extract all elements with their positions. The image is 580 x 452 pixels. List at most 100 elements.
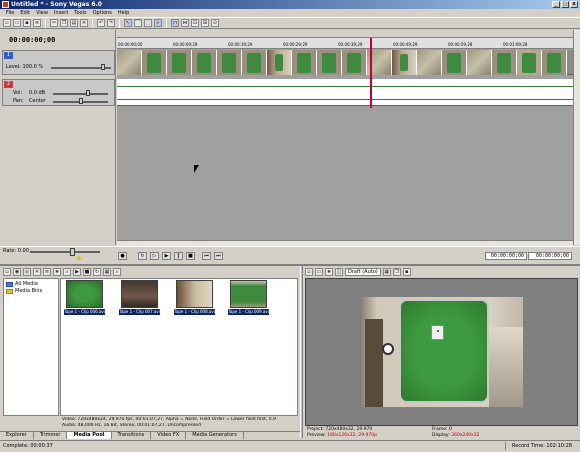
media-folder-icon [6, 281, 13, 287]
maximize-button[interactable]: □ [561, 1, 569, 8]
play-from-start-button[interactable]: ▷ [150, 252, 159, 260]
auto-preview-icon[interactable]: ↻ [93, 268, 101, 276]
media-thumbnail [176, 280, 213, 308]
undo-icon[interactable]: ↶ [97, 19, 105, 27]
media-file[interactable]: Tape 1 - Clip 009.avi [228, 280, 269, 317]
pause-button[interactable]: ‖ [174, 252, 183, 260]
record-button[interactable]: ● [118, 252, 127, 260]
volume-slider-knob[interactable] [86, 90, 90, 96]
preview-toolbar: ▫ ▭ ★ ◫ Draft (Auto) ▦ ❐ ▪ [305, 267, 578, 277]
tab-media-generators[interactable]: Media Generators [186, 432, 244, 439]
rate-slider[interactable] [30, 251, 100, 253]
menu-options[interactable]: Options [90, 9, 115, 17]
tab-video-fx[interactable]: Video FX [151, 432, 187, 439]
snapping-icon[interactable]: ⊓ [171, 19, 179, 27]
video-track-lane[interactable] [117, 50, 573, 75]
zoom-tool-icon[interactable]: ⌕ [154, 19, 162, 27]
media-files-list[interactable]: Tape 1 - Clip 006.avi Tape 1 - Clip 007.… [60, 278, 298, 416]
loop-playback-button[interactable]: ↻ [138, 252, 147, 260]
zoom-icon[interactable]: ⌕ [113, 268, 121, 276]
audio-track-header[interactable]: 2 Vol: 0.0 dB Pan: Center [2, 79, 115, 106]
project-label: Project: [307, 427, 324, 432]
display-value: 360x240x32 [451, 433, 480, 438]
search-media-bins-icon[interactable]: ⌕ [63, 268, 71, 276]
volume-slider[interactable] [53, 93, 108, 95]
menu-help[interactable]: Help [115, 9, 132, 17]
media-file[interactable]: Tape 1 - Clip 007.avi [119, 280, 160, 317]
tab-media-pool[interactable]: Media Pool [67, 432, 112, 439]
display-label: Display: [432, 433, 450, 438]
save-snapshot-icon[interactable]: ▪ [402, 268, 411, 276]
views-icon[interactable]: ▦ [103, 268, 111, 276]
tree-item-all-media[interactable]: All Media [6, 281, 38, 287]
audio-waveform-right [117, 99, 573, 100]
properties-icon[interactable]: ≡ [33, 19, 41, 27]
overlays-icon[interactable]: ▦ [382, 268, 391, 276]
timeline-cursor[interactable] [370, 38, 372, 108]
auto-crossfade-icon[interactable]: ⋈ [181, 19, 189, 27]
open-icon[interactable]: ▭ [13, 19, 21, 27]
normal-edit-tool-icon[interactable]: ↖ [124, 19, 132, 27]
tab-transitions[interactable]: Transitions [112, 432, 152, 439]
menu-edit[interactable]: Edit [17, 9, 33, 17]
menu-file[interactable]: File [3, 9, 17, 17]
lock-envelopes-icon[interactable]: ⊡ [191, 19, 199, 27]
level-slider-knob[interactable] [101, 64, 105, 70]
copy-icon[interactable]: ❐ [60, 19, 68, 27]
capture-video-icon[interactable]: ◉ [13, 268, 21, 276]
rate-label: Rate: 0.00 [3, 248, 29, 254]
go-to-start-button[interactable]: ⏮ [202, 252, 211, 260]
tab-explorer[interactable]: Explorer [0, 432, 34, 439]
tab-trimmer[interactable]: Trimmer [34, 432, 68, 439]
start-preview-icon[interactable]: ▶ [73, 268, 81, 276]
preview-properties-icon[interactable]: ▫ [305, 268, 313, 276]
menu-insert[interactable]: Insert [51, 9, 71, 17]
video-fx-icon[interactable]: ★ [325, 268, 333, 276]
ignore-grouping-icon[interactable]: ⊞ [201, 19, 209, 27]
redo-icon[interactable]: ↷ [107, 19, 115, 27]
vegas-app-icon[interactable] [2, 1, 9, 8]
selection-tool-icon[interactable]: ⬚ [144, 19, 152, 27]
video-thumbnail [417, 50, 442, 75]
stop-preview-icon[interactable]: ■ [83, 268, 91, 276]
media-file[interactable]: Tape 1 - Clip 008.avi [174, 280, 215, 317]
menu-tools[interactable]: Tools [71, 9, 89, 17]
media-properties-icon[interactable]: ≡ [43, 268, 51, 276]
paste-icon[interactable]: ▤ [70, 19, 78, 27]
media-bins-tree[interactable]: All Media Media Bins [3, 278, 59, 416]
delete-icon[interactable]: ✕ [80, 19, 88, 27]
remove-media-icon[interactable]: ✕ [33, 268, 41, 276]
auto-ripple-icon[interactable]: ⊙ [211, 19, 219, 27]
play-button[interactable]: ▶ [162, 252, 171, 260]
envelope-tool-icon[interactable]: ⌒ [134, 19, 142, 27]
menu-view[interactable]: View [33, 9, 51, 17]
new-icon[interactable]: ▫ [3, 19, 11, 27]
media-fx-icon[interactable]: ★ [53, 268, 61, 276]
split-screen-icon[interactable]: ◫ [335, 268, 343, 276]
import-media-icon[interactable]: ▫ [3, 268, 11, 276]
audio-track-lane[interactable] [117, 79, 573, 106]
save-icon[interactable]: ▪ [23, 19, 31, 27]
panel-splitter[interactable] [300, 266, 303, 438]
tree-item-label: Media Bins [15, 288, 43, 294]
tree-item-label: All Media [15, 281, 38, 287]
close-button[interactable]: x [570, 1, 578, 8]
preview-quality-select[interactable]: Draft (Auto) [345, 268, 381, 276]
minimize-button[interactable]: _ [552, 1, 560, 8]
cut-icon[interactable]: ✂ [50, 19, 58, 27]
pan-value: Center [29, 98, 46, 104]
external-monitor-icon[interactable]: ▭ [315, 268, 323, 276]
video-track-header[interactable]: 1 Level: 100.0 % [2, 50, 115, 75]
tree-item-media-bins[interactable]: Media Bins [6, 288, 42, 294]
timeline-vertical-scrollbar[interactable] [573, 30, 580, 245]
pan-slider-knob[interactable] [79, 98, 83, 104]
stop-button[interactable]: ■ [186, 252, 195, 260]
copy-snapshot-icon[interactable]: ❐ [392, 268, 401, 276]
go-to-end-button[interactable]: ⏭ [214, 252, 223, 260]
get-media-web-icon[interactable]: ◎ [23, 268, 31, 276]
marker-bar[interactable] [117, 30, 573, 38]
media-file[interactable]: Tape 1 - Clip 006.avi [64, 280, 105, 317]
time-ruler[interactable]: 00:00:00;00 00:00:09;29 00:00:19;29 00:0… [117, 38, 573, 49]
rate-slider-knob[interactable] [70, 248, 75, 256]
green-screen [399, 299, 489, 403]
